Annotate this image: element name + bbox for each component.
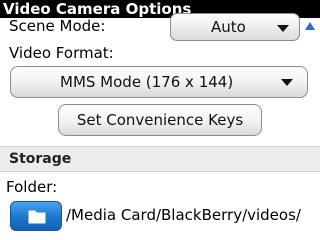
storage-section-header: Storage [0, 146, 320, 172]
chevron-down-icon [277, 25, 289, 32]
video-format-value: MMS Mode (176 x 144) [60, 73, 234, 91]
set-convenience-keys-button[interactable]: Set Convenience Keys [58, 104, 262, 136]
video-format-dropdown[interactable]: MMS Mode (176 x 144) [10, 66, 308, 98]
storage-section-title: Storage [9, 151, 72, 167]
scene-mode-value: Auto [211, 18, 246, 36]
scroll-up-arrow-icon[interactable] [305, 22, 315, 30]
folder-path-field[interactable]: /Media Card/BlackBerry/videos/ [66, 206, 301, 224]
chevron-down-icon [281, 79, 293, 86]
scene-mode-label: Scene Mode: [9, 17, 106, 35]
folder-browse-button[interactable] [10, 201, 62, 231]
scene-mode-dropdown[interactable]: Auto [170, 13, 300, 41]
folder-label: Folder: [6, 178, 58, 196]
folder-icon [28, 210, 46, 224]
video-format-label: Video Format: [9, 44, 114, 62]
